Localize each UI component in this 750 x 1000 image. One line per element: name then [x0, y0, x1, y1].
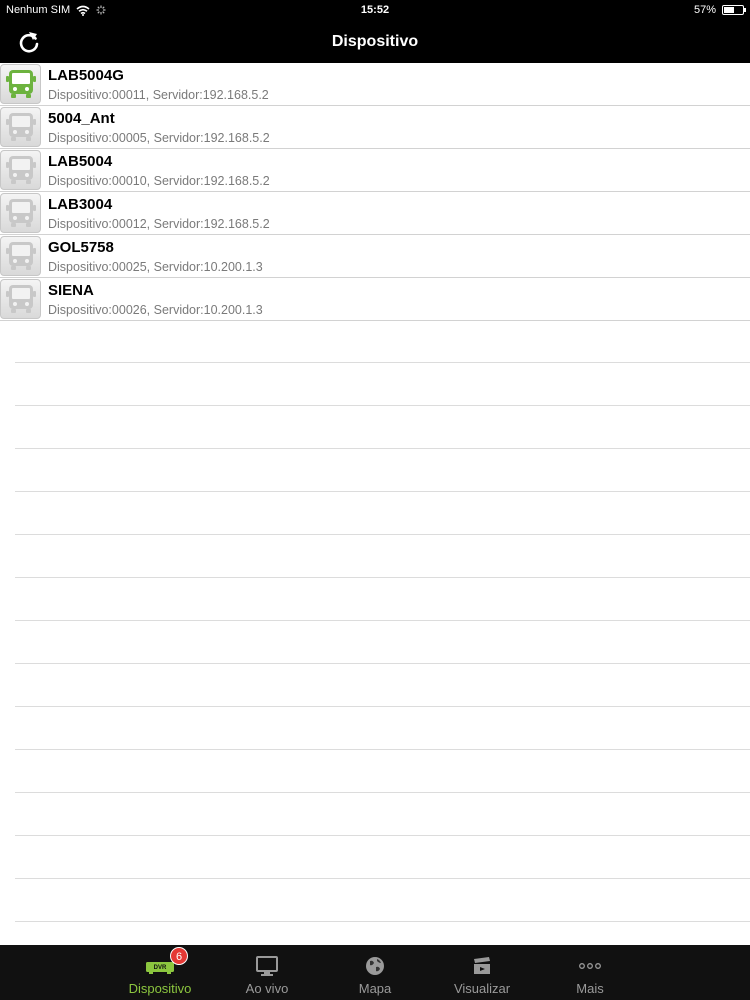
table-separator [15, 448, 750, 449]
table-separator [15, 362, 750, 363]
device-detail: Dispositivo:00026, Servidor:10.200.1.3 [48, 303, 263, 317]
tab-visualizar[interactable]: Visualizar [437, 945, 527, 1000]
bus-icon-tile [0, 150, 41, 190]
battery-icon [722, 5, 746, 15]
monitor-icon [247, 953, 287, 979]
tab-mapa[interactable]: Mapa [330, 945, 420, 1000]
table-separator [15, 792, 750, 793]
status-bar: Nenhum SIM 15:52 57% [0, 0, 750, 22]
tab-ao-vivo[interactable]: Ao vivo [222, 945, 312, 1000]
tab-mais[interactable]: Mais [545, 945, 635, 1000]
device-row[interactable]: LAB3004 Dispositivo:00012, Servidor:192.… [0, 192, 750, 235]
tab-label: Mapa [358, 981, 392, 996]
battery-fill [724, 7, 735, 13]
status-right: 57% [693, 4, 746, 16]
tab-dispositivo[interactable]: DVR Dispositivo [115, 945, 205, 1000]
bus-icon [5, 199, 36, 227]
tab-label: Visualizar [453, 981, 511, 996]
device-detail: Dispositivo:00005, Servidor:192.168.5.2 [48, 131, 270, 145]
bus-icon [5, 113, 36, 141]
device-name: 5004_Ant [48, 110, 115, 127]
table-separator [15, 620, 750, 621]
table-separator [15, 663, 750, 664]
table-separator [15, 835, 750, 836]
tab-label: Dispositivo [128, 981, 192, 996]
device-row[interactable]: LAB5004G Dispositivo:00011, Servidor:192… [0, 63, 750, 106]
device-row[interactable]: GOL5758 Dispositivo:00025, Servidor:10.2… [0, 235, 750, 278]
notification-badge: 6 [170, 947, 188, 965]
page-title: Dispositivo [331, 33, 419, 50]
device-detail: Dispositivo:00012, Servidor:192.168.5.2 [48, 217, 270, 231]
device-row[interactable]: 5004_Ant Dispositivo:00005, Servidor:192… [0, 106, 750, 149]
table-separator [15, 405, 750, 406]
table-separator [15, 491, 750, 492]
device-detail: Dispositivo:00011, Servidor:192.168.5.2 [48, 88, 269, 102]
device-row[interactable]: LAB5004 Dispositivo:00010, Servidor:192.… [0, 149, 750, 192]
dvr-icon-text: DVR [154, 965, 167, 971]
bus-icon-tile [0, 64, 41, 104]
clapper-icon [462, 953, 502, 979]
table-separator [15, 534, 750, 535]
bus-icon [5, 156, 36, 184]
device-name: LAB5004G [48, 67, 124, 84]
table-separator [15, 706, 750, 707]
device-detail: Dispositivo:00010, Servidor:192.168.5.2 [48, 174, 270, 188]
bus-icon [5, 242, 36, 270]
more-icon [570, 953, 610, 979]
bus-icon [5, 70, 36, 98]
globe-icon [355, 953, 395, 979]
tab-bar: DVR Dispositivo 6 Ao vivo Mapa Visualiza… [0, 945, 750, 1000]
table-separator [15, 577, 750, 578]
table-separator [15, 921, 750, 922]
bus-icon-tile [0, 193, 41, 233]
device-detail: Dispositivo:00025, Servidor:10.200.1.3 [48, 260, 263, 274]
table-separator [15, 878, 750, 879]
bus-icon-tile [0, 236, 41, 276]
status-time: 15:52 [360, 4, 390, 16]
device-name: GOL5758 [48, 239, 114, 256]
navigation-bar: Dispositivo [0, 22, 750, 63]
tab-label: Mais [576, 981, 604, 996]
bus-icon [5, 285, 36, 313]
bus-icon-tile [0, 279, 41, 319]
device-name: SIENA [48, 282, 94, 299]
table-separator [15, 749, 750, 750]
battery-percent: 57% [693, 4, 716, 16]
device-name: LAB5004 [48, 153, 113, 170]
device-row[interactable]: SIENA Dispositivo:00026, Servidor:10.200… [0, 278, 750, 321]
device-list: LAB5004G Dispositivo:00011, Servidor:192… [0, 63, 750, 321]
device-name: LAB3004 [48, 196, 113, 213]
bus-icon-tile [0, 107, 41, 147]
tab-label: Ao vivo [245, 981, 289, 996]
